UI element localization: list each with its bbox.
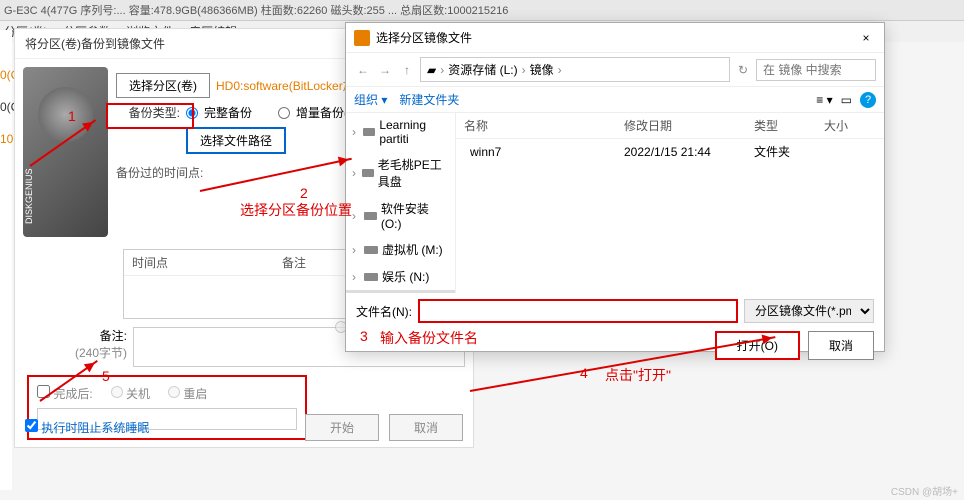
folder-tree[interactable]: ›Learning partiti ›老毛桃PE工具盘 ›软件安装 (O:) ›… [346, 113, 456, 293]
full-backup-label: 完整备份 [204, 104, 252, 121]
shutdown-radio [111, 386, 123, 398]
anno-4-text: 点击"打开" [605, 365, 671, 385]
tree-item[interactable]: ›虚拟机 (M:) [346, 236, 455, 263]
disk-image: DISKGENIUS [23, 67, 108, 237]
filename-input[interactable] [418, 299, 738, 323]
file-dialog: 选择分区镜像文件 × ← → ↑ ▰ › 资源存储 (L:) › 镜像 › ↻ … [345, 22, 885, 352]
nav-back-icon[interactable]: ← [354, 61, 372, 79]
remark-hint: (240字节) [75, 344, 127, 361]
tree-item[interactable]: ›老毛桃PE工具盘 [346, 151, 455, 195]
search-input[interactable] [756, 59, 876, 81]
col-remark: 备注 [274, 250, 314, 275]
drive-icon: ▰ [427, 63, 436, 77]
nav-fwd-icon[interactable]: → [376, 61, 394, 79]
restart-radio [168, 386, 180, 398]
file-dialog-title: 选择分区镜像文件 [376, 29, 472, 46]
col-type[interactable]: 类型 [746, 113, 816, 138]
timepoints-label: 备份过的时间点: [116, 164, 203, 181]
cancel-button[interactable]: 取消 [389, 414, 463, 441]
tree-item[interactable]: ›Learning partiti [346, 113, 455, 151]
watermark: CSDN @胡场+ [891, 483, 958, 498]
col-size[interactable]: 大小 [816, 113, 866, 138]
tree-item[interactable]: ›软件安装 (O:) [346, 195, 455, 236]
close-icon[interactable]: × [856, 31, 876, 45]
inc-backup-radio[interactable] [278, 107, 290, 119]
address-bar[interactable]: ▰ › 资源存储 (L:) › 镜像 › [420, 57, 730, 82]
refresh-icon[interactable]: ↻ [734, 61, 752, 79]
nav-up-icon[interactable]: ↑ [398, 61, 416, 79]
remark-label: 备注: [75, 327, 127, 344]
col-time: 时间点 [124, 250, 274, 275]
left-rail: 0(C 0(C 102 [0, 30, 12, 490]
app-icon [354, 30, 370, 46]
start-button[interactable]: 开始 [305, 414, 379, 441]
tree-item[interactable]: ›娱乐 (N:) [346, 263, 455, 290]
backup-type-label: 备份类型: [116, 104, 180, 121]
choose-partition-button[interactable]: 选择分区(卷) [116, 73, 210, 98]
col-date[interactable]: 修改日期 [616, 113, 746, 138]
filetype-select[interactable]: 分区镜像文件(*.pmf) [744, 299, 874, 323]
anno-4: 4 [580, 365, 588, 381]
help-icon[interactable]: ? [860, 92, 876, 108]
organize-menu[interactable]: 组织 ▾ [354, 91, 387, 108]
new-folder-button[interactable]: 新建文件夹 [399, 91, 459, 108]
col-name[interactable]: 名称 [456, 113, 616, 138]
list-item[interactable]: winn7 2022/1/15 21:44 文件夹 [456, 139, 884, 164]
prevent-sleep-check[interactable]: 执行时阻止系统睡眠 [25, 419, 149, 436]
preview-icon[interactable]: ▭ [841, 93, 852, 107]
file-list[interactable]: 名称 修改日期 类型 大小 winn7 2022/1/15 21:44 文件夹 [456, 113, 884, 293]
view-icon[interactable]: ≡ ▾ [816, 93, 832, 107]
full-backup-radio[interactable] [186, 107, 198, 119]
dlg-cancel-button[interactable]: 取消 [808, 331, 874, 360]
filename-label: 文件名(N): [356, 303, 412, 320]
app-titlebar: G-E3C 4(477G 序列号:... 容量:478.9GB(486366MB… [0, 0, 964, 21]
tree-item-selected[interactable]: ›资源存储 (L:) [346, 290, 455, 293]
choose-path-button[interactable]: 选择文件路径 [186, 127, 286, 154]
